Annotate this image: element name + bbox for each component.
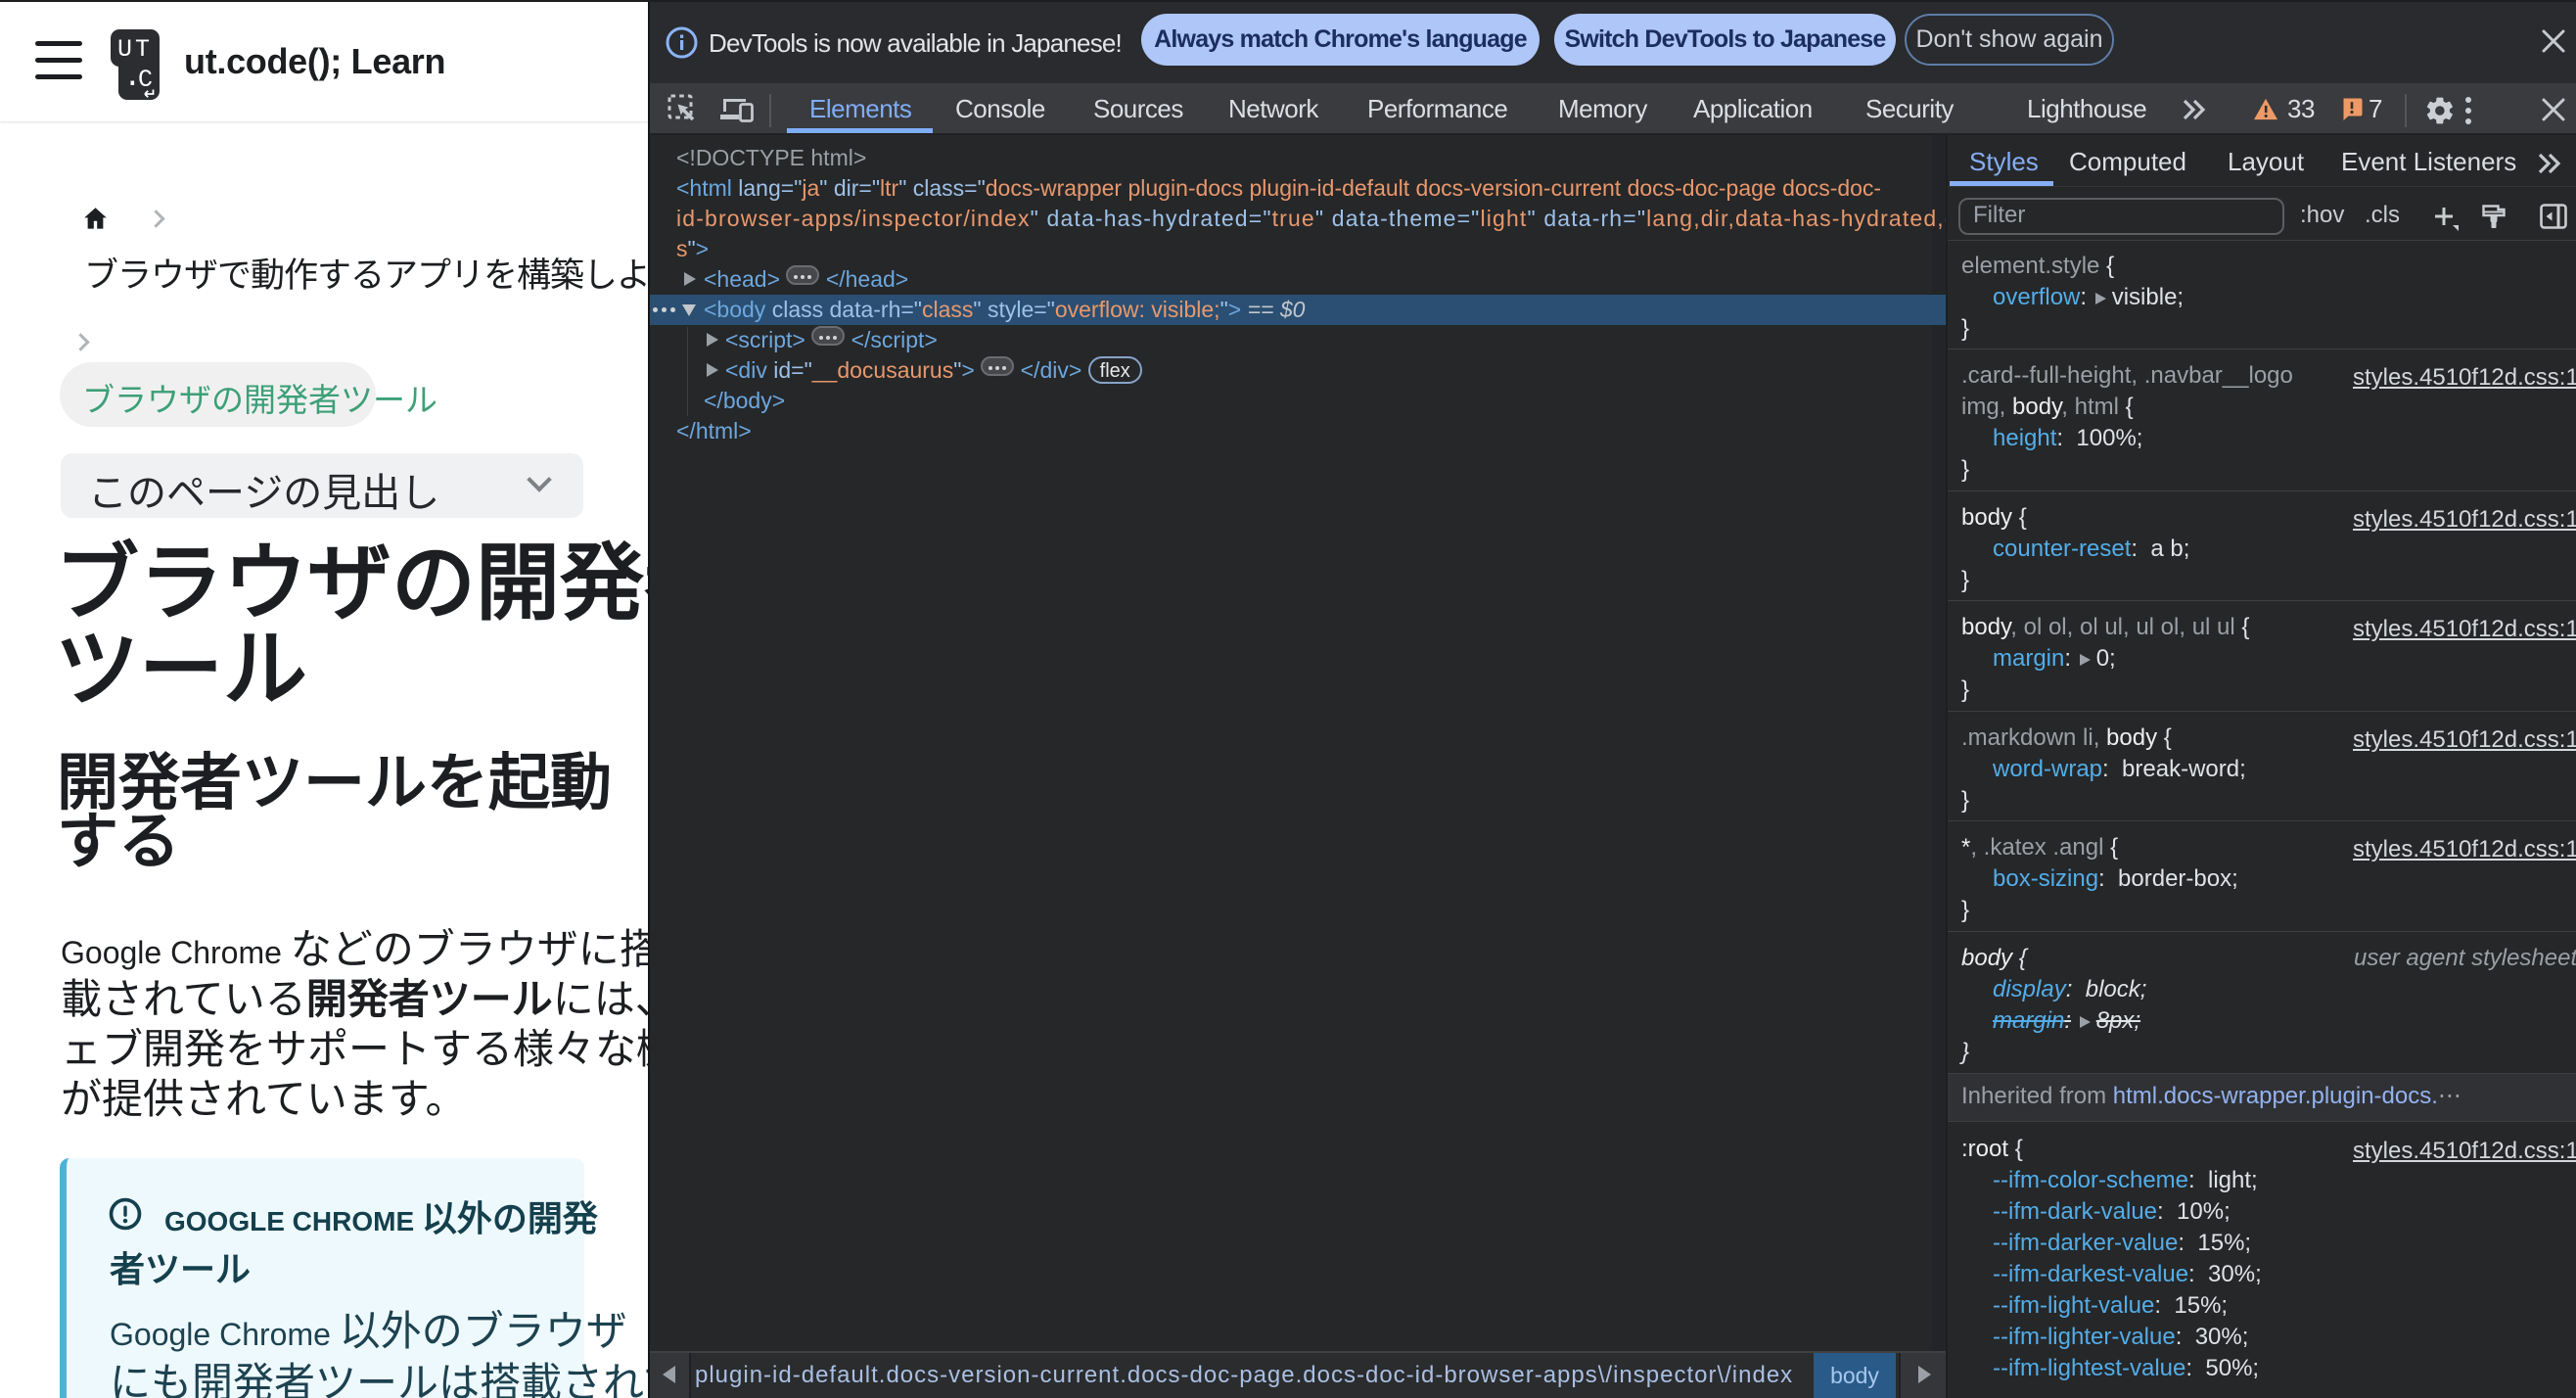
svg-text:C: C xyxy=(138,66,153,94)
svg-text:U: U xyxy=(117,35,132,64)
svg-text:T: T xyxy=(135,35,150,64)
